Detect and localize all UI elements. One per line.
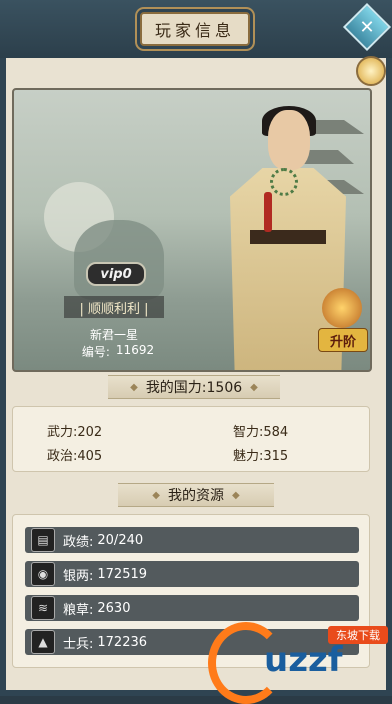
power-label: 我的国力:1506 [145,380,243,396]
coin-icon: ◉ [31,562,55,586]
watermark-text: uzzf [264,640,343,680]
resource-label: 政绩: [63,534,94,550]
player-name: | 顺顺利利 | [64,296,164,318]
resource-row: ≋ 粮草: 2630 [25,595,359,621]
resource-label: 银两: [63,568,94,584]
resource-value: 2630 [97,600,131,616]
stat-zhengzhi: 政治:405 [47,449,103,464]
ornament-icon: ◆ [152,489,160,501]
watermark-logo: uzzf 东坡下载 [208,622,388,704]
resource-label: 粮草: [63,602,94,618]
stat-meili: 魅力:315 [233,449,289,464]
stat-wuli: 武力:202 [47,425,103,440]
resource-value: 172519 [97,566,148,582]
vip-badge[interactable]: vip0 [86,262,146,286]
player-id-label: 编号: [81,345,110,359]
resources-banner: ◆ 我的资源 ◆ [118,483,274,507]
player-id-value: 11692 [115,343,155,357]
player-id-row: 编号: 11692 [48,343,188,360]
resource-row: ◉ 银两: 172519 [25,561,359,587]
book-icon: ▤ [31,528,55,552]
resource-label: 士兵: [63,636,94,652]
upgrade-label: 升阶 [318,328,368,352]
power-banner: ◆ 我的国力:1506 ◆ [108,375,280,399]
ornament-icon: ◆ [250,381,258,393]
close-icon[interactable]: ✕ [350,10,384,44]
player-rank: 新君一星 [89,328,138,342]
stat-zhili: 智力:584 [233,425,289,440]
resource-row: ▤ 政绩: 20/240 [25,527,359,553]
tassel-icon [264,192,272,232]
gem-icon[interactable] [356,56,386,86]
grain-icon: ≋ [31,596,55,620]
treasure-icon [322,288,362,328]
resources-title: 我的资源 [168,488,224,504]
window-title: 玩家信息 [140,12,250,46]
resource-value: 20/240 [97,532,144,548]
resource-value: 172236 [97,634,148,650]
ornament-icon: ◆ [232,489,240,501]
tree-decoration [74,220,164,300]
prayer-beads-icon [270,168,298,196]
watermark-sub: 东坡下载 [328,626,388,644]
stats-panel: 武力:202 智力:584 政治:405 魅力:315 [12,406,370,472]
ornament-icon: ◆ [130,381,138,393]
soldier-icon: ▲ [31,630,55,654]
upgrade-button[interactable]: 升阶 [318,288,368,354]
